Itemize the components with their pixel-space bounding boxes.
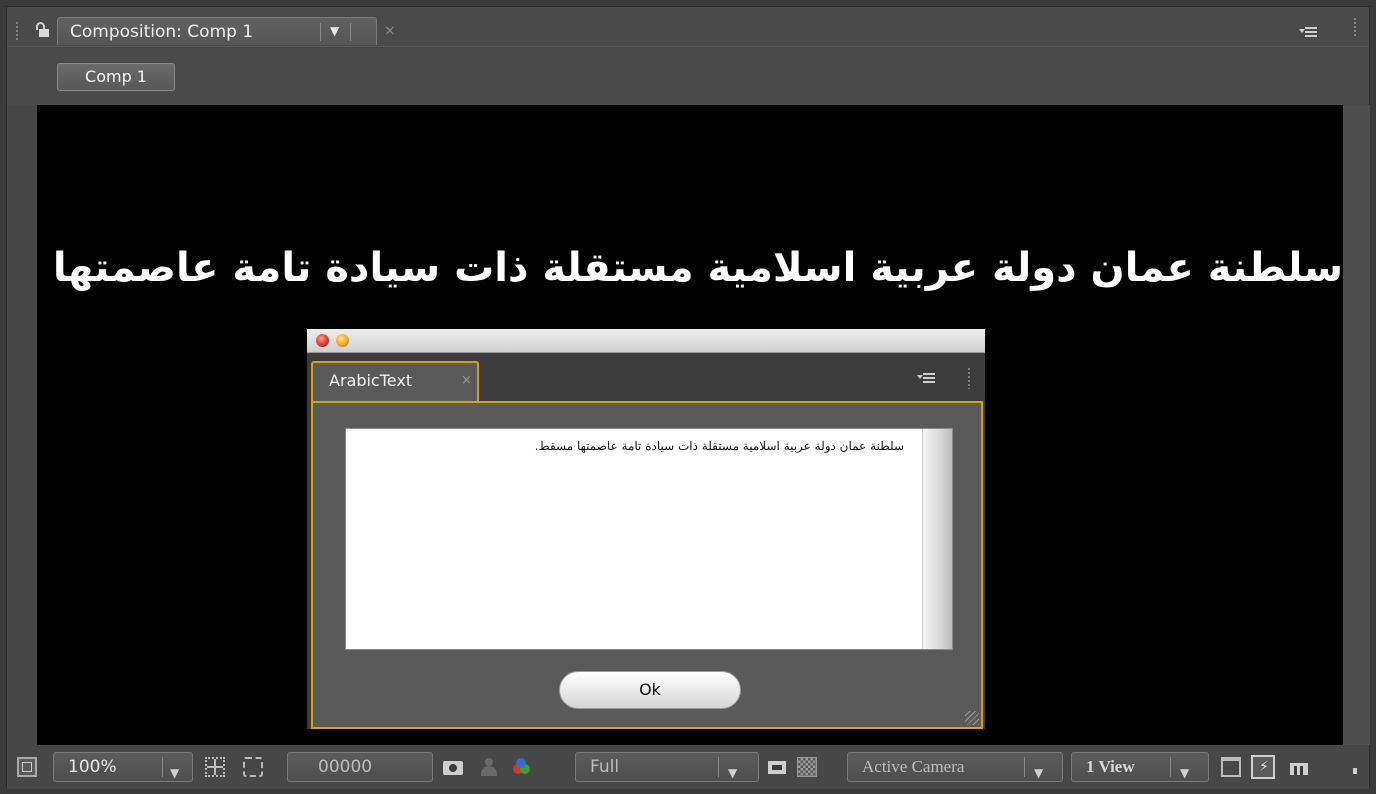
- arabic-text-value: سلطنة عمان دولة عربية اسلامية مستقلة ذات…: [534, 439, 904, 453]
- tab-close-icon[interactable]: ×: [384, 23, 396, 39]
- panel-grip-right[interactable]: [1353, 17, 1357, 37]
- region-of-interest-icon[interactable]: [767, 757, 787, 777]
- breadcrumb: Comp 1: [7, 48, 1369, 105]
- dialog-titlebar[interactable]: [307, 329, 985, 353]
- dialog-content: سلطنة عمان دولة عربية اسلامية مستقلة ذات…: [311, 401, 983, 729]
- close-window-icon[interactable]: [316, 334, 329, 347]
- comp-dropdown-icon[interactable]: ▼: [330, 24, 339, 38]
- mask-visibility-icon[interactable]: [243, 757, 263, 777]
- viewer-scrollbar[interactable]: [1343, 105, 1370, 745]
- camera-dropdown[interactable]: Active Camera ▼: [847, 752, 1063, 782]
- fast-previews-icon[interactable]: ⚡: [1251, 755, 1275, 779]
- transparency-grid-icon[interactable]: [797, 757, 817, 777]
- view-layout-chevron-down-icon: ▼: [1180, 766, 1190, 780]
- panel-menu-icon[interactable]: [1299, 27, 1317, 37]
- color-channels-icon[interactable]: [511, 757, 531, 777]
- resize-grip[interactable]: [965, 711, 979, 725]
- resolution-chevron-down-icon: ▼: [728, 766, 738, 780]
- camera-value: Active Camera: [862, 757, 965, 776]
- snapshot-icon[interactable]: [443, 757, 463, 777]
- text-field-scrollbar[interactable]: [922, 429, 952, 649]
- magnification-chevron-down-icon: ▼: [170, 766, 180, 780]
- magnification-dropdown[interactable]: 100% ▼: [53, 752, 193, 782]
- panel-tab-bar: Composition: Comp 1 ▼ ×: [7, 7, 1369, 47]
- magnification-value: 100%: [68, 757, 117, 777]
- camera-chevron-down-icon: ▼: [1034, 766, 1044, 780]
- ok-button[interactable]: Ok: [559, 671, 741, 709]
- dialog-tab-close-icon[interactable]: ×: [461, 373, 472, 388]
- grid-guides-icon[interactable]: [205, 757, 225, 777]
- current-time-field[interactable]: 00000: [287, 752, 433, 782]
- tab-arabictext-label: ArabicText: [329, 371, 413, 390]
- dialog-grip-right[interactable]: [967, 367, 971, 389]
- timeline-icon[interactable]: [1289, 757, 1309, 777]
- toggle-pixel-aspect-icon[interactable]: [1221, 757, 1241, 777]
- comp-breadcrumb-button[interactable]: Comp 1: [57, 63, 175, 91]
- lock-icon[interactable]: [35, 22, 49, 38]
- view-layout-value: 1 View: [1086, 757, 1135, 776]
- viewer-toolbar: 100% ▼ 00000 Full ▼ Active Camera ▼ 1 Vi…: [7, 746, 1369, 789]
- toolbar-more-icon[interactable]: [1353, 768, 1357, 774]
- arabic-text-dialog: ArabicText × سلطنة عمان دولة عربية اسلام…: [307, 329, 985, 729]
- tab-arabictext[interactable]: ArabicText ×: [311, 361, 479, 401]
- dialog-panel-menu-icon[interactable]: [917, 373, 935, 383]
- view-layout-dropdown[interactable]: 1 View ▼: [1071, 752, 1209, 782]
- comp-arabic-text-layer: سلطنة عمان دولة عربية اسلامية مستقلة ذات…: [37, 245, 1343, 291]
- minimize-window-icon[interactable]: [336, 334, 349, 347]
- resolution-value: Full: [590, 757, 620, 777]
- tab-composition-label: Composition: Comp 1: [70, 22, 254, 42]
- composition-panel: Composition: Comp 1 ▼ × Comp 1 سلطنة عما…: [6, 6, 1370, 789]
- dialog-body: ArabicText × سلطنة عمان دولة عربية اسلام…: [307, 353, 985, 729]
- resolution-dropdown[interactable]: Full ▼: [575, 752, 759, 782]
- show-snapshot-icon[interactable]: [479, 757, 499, 777]
- always-preview-icon[interactable]: [17, 757, 37, 777]
- tab-composition[interactable]: Composition: Comp 1 ▼: [57, 17, 377, 45]
- arabic-text-field[interactable]: سلطنة عمان دولة عربية اسلامية مستقلة ذات…: [345, 428, 953, 650]
- panel-grip[interactable]: [15, 21, 19, 41]
- timecode-value: 00000: [318, 757, 373, 777]
